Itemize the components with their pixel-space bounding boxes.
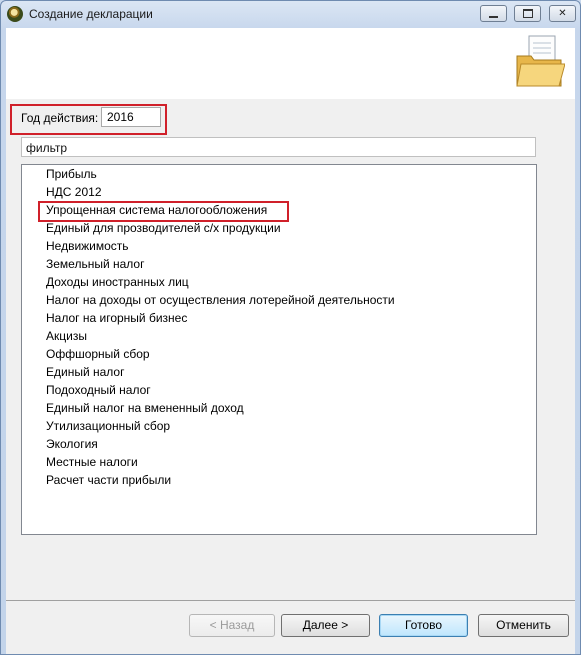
list-item[interactable]: Акцизы	[46, 327, 87, 345]
declaration-list[interactable]: Прибыль НДС 2012 Упрощенная система нало…	[21, 164, 537, 535]
back-button[interactable]: < Назад	[189, 614, 275, 637]
list-item[interactable]: Упрощенная система налогообложения	[46, 201, 267, 219]
list-item[interactable]: Подоходный налог	[46, 381, 151, 399]
close-button[interactable]: ✕	[549, 5, 576, 22]
next-button[interactable]: Далее >	[281, 614, 370, 637]
finish-button[interactable]: Готово	[379, 614, 468, 637]
list-item[interactable]: Расчет части прибыли	[46, 471, 171, 489]
list-item[interactable]: Единый налог на вмененный доход	[46, 399, 244, 417]
list-item[interactable]: Местные налоги	[46, 453, 138, 471]
app-icon	[7, 6, 23, 22]
folder-icon	[516, 35, 565, 87]
list-item[interactable]: Прибыль	[46, 165, 97, 183]
list-item[interactable]: Недвижимость	[46, 237, 129, 255]
dialog-window: Создание декларации ✕ Год действия: 2016…	[0, 0, 581, 655]
window-title: Создание декларации	[29, 7, 153, 21]
title-bar[interactable]: Создание декларации ✕	[1, 1, 580, 28]
list-item[interactable]: Доходы иностранных лиц	[46, 273, 189, 291]
list-item[interactable]: Экология	[46, 435, 98, 453]
list-item[interactable]: Налог на игорный бизнес	[46, 309, 187, 327]
wizard-header	[6, 28, 575, 100]
cancel-button[interactable]: Отменить	[478, 614, 569, 637]
list-item[interactable]: НДС 2012	[46, 183, 102, 201]
list-item[interactable]: Единый налог	[46, 363, 125, 381]
filter-input[interactable]: фильтр	[21, 137, 536, 157]
maximize-icon	[522, 9, 533, 18]
maximize-button[interactable]	[514, 5, 541, 22]
minimize-icon	[489, 15, 498, 18]
minimize-button[interactable]	[480, 5, 507, 22]
list-item[interactable]: Единый для прозводителей с/х продукции	[46, 219, 281, 237]
list-item[interactable]: Налог на доходы от осуществления лотерей…	[46, 291, 395, 309]
close-icon: ✕	[558, 8, 567, 19]
list-item[interactable]: Земельный налог	[46, 255, 144, 273]
list-item[interactable]: Утилизационный сбор	[46, 417, 170, 435]
year-field[interactable]: 2016	[101, 107, 161, 127]
year-label: Год действия:	[21, 111, 99, 125]
content-panel: Год действия: 2016 фильтр Прибыль НДС 20…	[6, 99, 575, 601]
button-bar: < Назад Далее > Готово Отменить	[6, 601, 575, 654]
list-item[interactable]: Оффшорный сбор	[46, 345, 150, 363]
